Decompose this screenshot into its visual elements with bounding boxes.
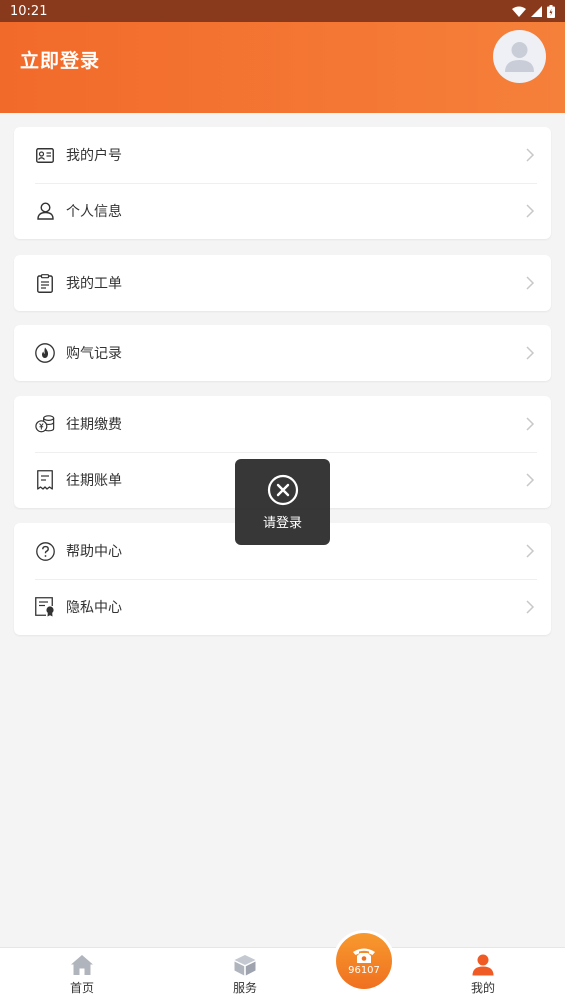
hotline-number: 96107 [348,965,380,976]
menu-item-label: 个人信息 [66,204,122,220]
home-icon [71,955,93,975]
battery-icon [547,4,555,18]
menu-group-account: 我的户号 个人信息 [14,127,551,239]
menu-item-privacy-center[interactable]: 隐私中心 [14,579,551,635]
telephone-icon [353,948,375,963]
wifi-icon [512,6,526,17]
tab-label: 服务 [232,981,257,995]
chevron-right-icon [526,346,535,360]
chevron-right-icon [526,417,535,431]
signal-icon [531,5,542,17]
flame-icon [35,343,55,363]
login-link[interactable]: 立即登录 [20,46,100,73]
chevron-right-icon [526,600,535,614]
chevron-right-icon [526,204,535,218]
menu-item-label: 隐私中心 [66,600,122,616]
login-required-toast: 请登录 [235,459,330,545]
user-icon [472,954,494,976]
chevron-right-icon [526,148,535,162]
chevron-right-icon [526,473,535,487]
menu-item-label: 我的户号 [66,148,122,164]
toast-text: 请登录 [262,515,302,531]
hotline-call-button[interactable]: 96107 [333,930,395,992]
menu-group-orders: 我的工单 [14,255,551,311]
menu-item-my-account-number[interactable]: 我的户号 [14,127,551,183]
tab-label: 我的 [470,981,495,995]
profile-header: 立即登录 [0,22,565,113]
menu-item-personal-info[interactable]: 个人信息 [14,183,551,239]
tab-home[interactable]: 首页 [52,954,112,996]
receipt-icon [35,470,55,490]
chevron-right-icon [526,276,535,290]
coins-icon [35,414,55,434]
menu-group-gas: 购气记录 [14,325,551,381]
person-icon [35,201,55,221]
user-avatar-icon [505,42,534,72]
menu-item-label: 购气记录 [66,346,122,362]
tab-service[interactable]: 服务 [215,954,275,996]
bottom-tab-bar: 首页 服务 我的 [0,947,565,1004]
close-circle-icon [267,474,298,505]
menu-item-label: 往期缴费 [66,417,122,433]
menu-item-gas-purchase-records[interactable]: 购气记录 [14,325,551,381]
tab-label: 首页 [69,981,94,995]
avatar[interactable] [493,30,546,83]
clipboard-icon [35,273,55,293]
chevron-right-icon [526,544,535,558]
tab-mine[interactable]: 我的 [453,954,513,996]
menu-item-past-payments[interactable]: 往期缴费 [14,396,551,452]
menu-item-my-work-orders[interactable]: 我的工单 [14,255,551,311]
status-time: 10:21 [10,3,48,19]
privacy-certificate-icon [35,597,55,617]
status-bar: 10:21 [0,0,565,22]
box-icon [234,955,256,976]
menu-item-label: 我的工单 [66,276,122,292]
id-card-icon [35,145,55,165]
question-icon [35,541,55,561]
